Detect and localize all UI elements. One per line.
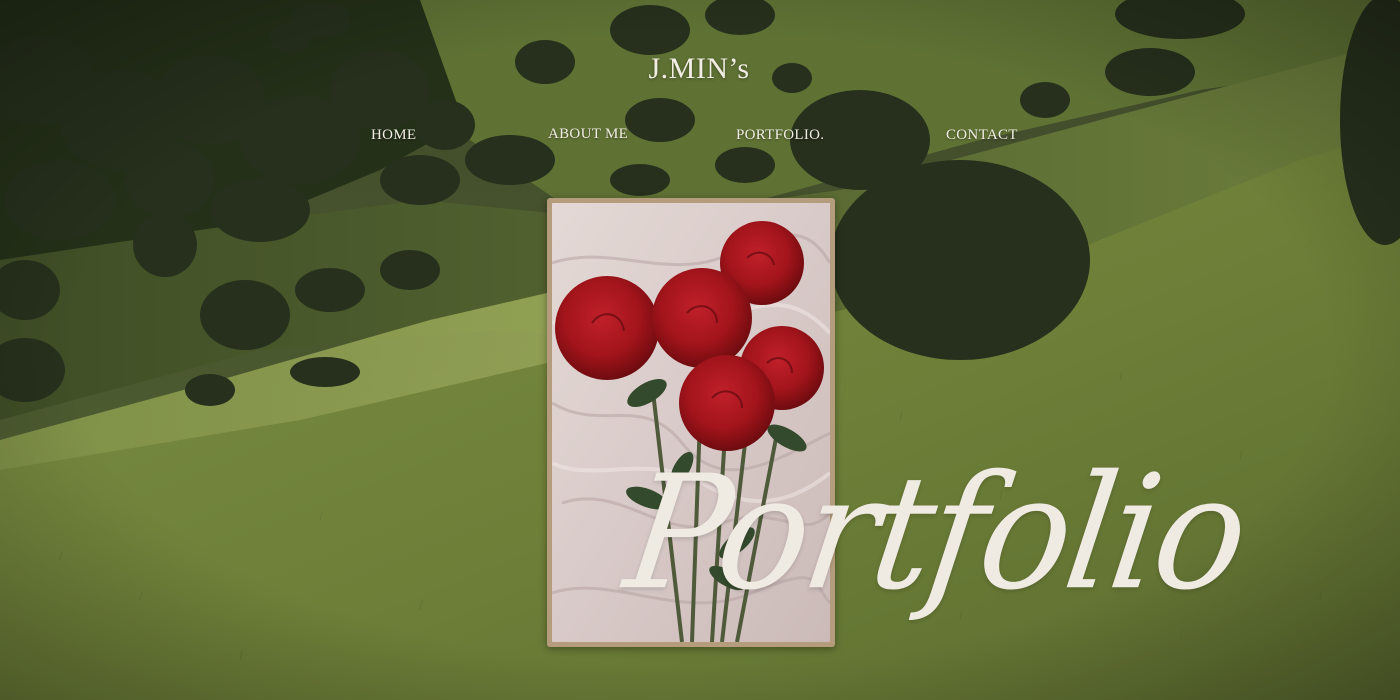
portfolio-script-title: Portfolio — [616, 442, 1255, 626]
main-nav: HOME ABOUT ME PORTFOLIO. CONTACT — [0, 126, 1400, 147]
nav-link-portfolio[interactable]: PORTFOLIO. — [736, 127, 824, 144]
site-title-text[interactable]: J.MIN’s — [648, 52, 749, 86]
site-title[interactable]: J.MIN’s — [0, 52, 1400, 86]
page: J.MIN’s HOME ABOUT ME PORTFOLIO. CONTACT — [0, 0, 1400, 700]
nav-link-home[interactable]: HOME — [371, 127, 416, 144]
nav-link-about-me[interactable]: ABOUT ME — [548, 126, 628, 143]
nav-link-contact[interactable]: CONTACT — [946, 127, 1018, 144]
